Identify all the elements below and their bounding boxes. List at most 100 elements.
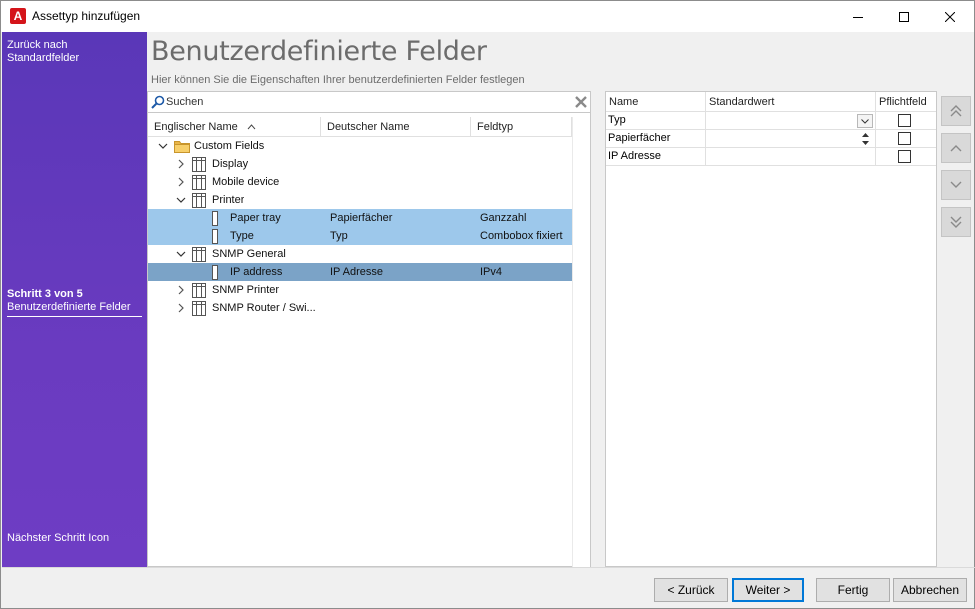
- tree-row-ip-address[interactable]: IP address IP Adresse IPv4: [148, 263, 572, 281]
- title-bar: A Assettyp hinzufügen: [1, 1, 974, 32]
- default-value-spinner[interactable]: [706, 130, 876, 148]
- dialog-window: A Assettyp hinzufügen Zurück nach Standa…: [0, 0, 975, 609]
- app-logo-icon: A: [10, 8, 26, 24]
- combobox-dropdown-button[interactable]: [857, 114, 873, 128]
- tree-node-label: Custom Fields: [194, 140, 265, 152]
- tree-column-header: Englischer Name Deutscher Name Feldtyp: [148, 117, 590, 137]
- tree-node-label: Display: [212, 158, 249, 170]
- chevron-down-icon[interactable]: [176, 195, 186, 205]
- required-checkbox[interactable]: [898, 114, 911, 127]
- search-input[interactable]: [166, 94, 566, 110]
- chevron-right-icon[interactable]: [176, 159, 186, 169]
- tree-cell-german-name: IP Adresse: [330, 266, 383, 278]
- current-step-indicator: Schritt 3 von 5 Benutzerdefinierte Felde…: [7, 288, 142, 317]
- grid-header: Name Standardwert Pflichtfeld: [606, 92, 936, 112]
- double-chevron-down-icon: [950, 216, 962, 228]
- required-checkbox[interactable]: [898, 132, 911, 145]
- grid-cell-name: Papierfächer: [606, 130, 706, 148]
- caret-down-icon: [861, 140, 869, 145]
- search-box: [148, 92, 590, 113]
- tree-row-type[interactable]: Type Typ Combobox fixiert: [148, 227, 572, 245]
- next-step-link[interactable]: Nächster Schritt Icon: [7, 532, 127, 545]
- field-icon: [212, 211, 218, 226]
- back-button[interactable]: < Zurück: [654, 578, 728, 602]
- move-bottom-button[interactable]: [941, 207, 971, 237]
- tree-cell-field-type: Ganzzahl: [480, 212, 527, 224]
- chevron-down-icon[interactable]: [176, 249, 186, 259]
- column-label: Feldtyp: [477, 121, 514, 133]
- column-header-german-name[interactable]: Deutscher Name: [321, 117, 471, 137]
- window-title: Assettyp hinzufügen: [32, 9, 141, 23]
- column-header-field-type[interactable]: Feldtyp: [471, 117, 572, 137]
- page-subtitle: Hier können Sie die Eigenschaften Ihrer …: [151, 74, 525, 86]
- tree-row-printer[interactable]: Printer: [148, 191, 572, 209]
- tree-row-mobile-device[interactable]: Mobile device: [148, 173, 572, 191]
- chevron-up-icon: [950, 145, 962, 152]
- tree-row-snmp-router[interactable]: SNMP Router / Swi...: [148, 299, 572, 317]
- tree-cell-field-type: IPv4: [480, 266, 503, 278]
- finish-button[interactable]: Fertig: [816, 578, 890, 602]
- double-chevron-up-icon: [950, 105, 962, 117]
- spinner-buttons: [857, 131, 873, 146]
- wizard-sidebar: Zurück nach Standardfelder Schritt 3 von…: [2, 32, 147, 567]
- required-checkbox[interactable]: [898, 150, 911, 163]
- page-title: Benutzerdefinierte Felder: [151, 36, 487, 67]
- table-icon: [192, 301, 206, 316]
- column-label: Deutscher Name: [327, 121, 410, 133]
- search-icon: [151, 95, 165, 109]
- tree-node-label: SNMP Router / Swi...: [212, 302, 316, 314]
- spinner-up-button[interactable]: [857, 131, 873, 138]
- field-icon: [212, 265, 218, 280]
- chevron-down-icon: [950, 181, 962, 188]
- move-up-button[interactable]: [941, 133, 971, 163]
- tree-cell-field-type: Combobox fixiert: [480, 230, 563, 242]
- chevron-right-icon[interactable]: [176, 303, 186, 313]
- table-icon: [192, 193, 206, 208]
- clear-search-icon[interactable]: [575, 96, 587, 108]
- grid-row: Typ: [606, 112, 936, 130]
- spinner-down-button[interactable]: [857, 139, 873, 146]
- table-icon: [192, 175, 206, 190]
- column-header-english-name[interactable]: Englischer Name: [148, 117, 321, 137]
- default-value-combobox[interactable]: [706, 112, 876, 130]
- grid-cell-name: IP Adresse: [606, 148, 706, 166]
- grid-row: IP Adresse: [606, 148, 936, 166]
- grid-cell-required: [876, 112, 936, 130]
- close-icon: [945, 11, 955, 22]
- column-label: Englischer Name: [154, 121, 238, 133]
- minimize-button[interactable]: [835, 1, 881, 32]
- chevron-down-icon[interactable]: [158, 141, 168, 151]
- grid-column-required: Pflichtfeld: [879, 96, 927, 108]
- table-icon: [192, 283, 206, 298]
- step-name: Benutzerdefinierte Felder: [7, 301, 131, 313]
- tree-scrollbar[interactable]: [572, 117, 590, 567]
- table-icon: [192, 157, 206, 172]
- chevron-right-icon[interactable]: [176, 285, 186, 295]
- tree-node-label: Mobile device: [212, 176, 280, 188]
- field-icon: [212, 229, 218, 244]
- tree-cell-english-name: Type: [230, 230, 254, 242]
- grid-cell-required: [876, 130, 936, 148]
- back-to-standard-fields-link[interactable]: Zurück nach Standardfelder: [7, 39, 127, 65]
- tree-row-custom-fields[interactable]: Custom Fields: [148, 137, 572, 155]
- chevron-right-icon[interactable]: [176, 177, 186, 187]
- move-down-button[interactable]: [941, 170, 971, 200]
- grid-column-name: Name: [606, 92, 706, 112]
- maximize-button[interactable]: [881, 1, 927, 32]
- grid-column-default-value: Standardwert: [706, 92, 876, 112]
- tree-cell-english-name: IP address: [230, 266, 283, 278]
- next-button[interactable]: Weiter >: [732, 578, 804, 602]
- move-top-button[interactable]: [941, 96, 971, 126]
- default-value-textbox[interactable]: [706, 148, 876, 166]
- tree-node-label: SNMP Printer: [212, 284, 280, 296]
- close-button[interactable]: [927, 1, 973, 32]
- tree-row-snmp-general[interactable]: SNMP General: [148, 245, 572, 263]
- tree-row-display[interactable]: Display: [148, 155, 572, 173]
- sort-ascending-icon: [247, 124, 256, 130]
- step-number: Schritt 3 von 5: [7, 288, 83, 300]
- grid-cell-required: [876, 148, 936, 166]
- cancel-button[interactable]: Abbrechen: [893, 578, 967, 602]
- tree-row-snmp-printer[interactable]: SNMP Printer: [148, 281, 572, 299]
- caret-up-icon: [861, 132, 869, 137]
- tree-row-paper-tray[interactable]: Paper tray Papierfächer Ganzzahl: [148, 209, 572, 227]
